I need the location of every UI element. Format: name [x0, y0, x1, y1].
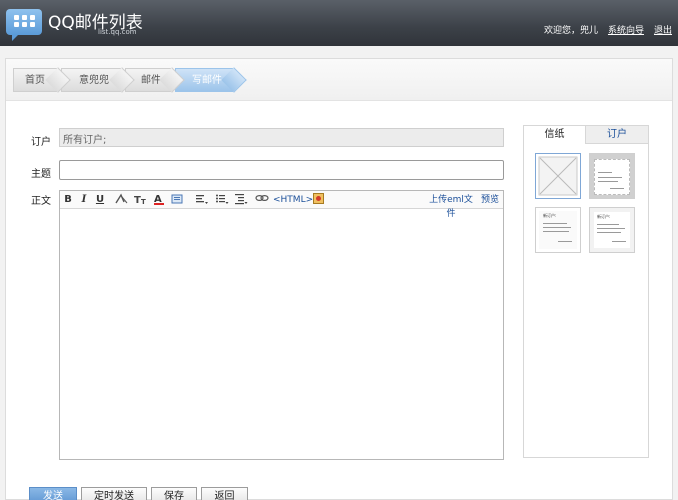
breadcrumb-home[interactable]: 首页 [13, 68, 57, 92]
template-thumb-stamp[interactable] [589, 153, 635, 199]
body-label: 正文 [31, 196, 51, 207]
upload-eml-link[interactable]: 上传eml文件 [426, 193, 476, 219]
thumb-heading: 新订户: [543, 213, 557, 218]
body-editor: B I U TT A <HTML> 上传eml文件 预览 [59, 190, 504, 460]
thumb-heading: 新订户: [597, 214, 611, 219]
editor-toolbar: B I U TT A <HTML> 上传eml文件 预览 [60, 191, 503, 219]
send-button[interactable]: 发送 [29, 487, 77, 500]
font-family-icon[interactable] [114, 193, 128, 207]
background-color-icon[interactable] [171, 193, 184, 207]
italic-button[interactable]: I [79, 193, 89, 207]
indent-icon[interactable] [234, 193, 248, 207]
subject-label: 主题 [31, 169, 51, 180]
breadcrumb: 首页 意兜兜 邮件 写邮件 [6, 59, 672, 101]
font-size-icon[interactable]: TT [134, 193, 150, 207]
welcome-text: 欢迎您，兜儿 [543, 26, 598, 36]
save-button[interactable]: 保存 [151, 487, 197, 500]
scheduled-send-button[interactable]: 定时发送 [81, 487, 147, 500]
template-thumb-blank[interactable] [535, 153, 581, 199]
svg-text:T: T [134, 195, 141, 205]
order-recipients-field[interactable]: 所有订户; [59, 128, 504, 147]
bold-button[interactable]: B [63, 193, 73, 207]
list-icon[interactable] [215, 193, 229, 207]
link-icon[interactable] [255, 193, 269, 207]
insert-image-icon[interactable] [312, 193, 324, 207]
app-subtitle: list.qq.com [98, 28, 137, 36]
template-panel: 信纸 订户 新订户: 新订户: [523, 125, 649, 458]
qq-mail-logo-icon [6, 9, 42, 41]
main-panel: 首页 意兜兜 邮件 写邮件 订户 主题 正文 所有订户; B I U TT A [5, 58, 673, 500]
align-icon[interactable] [195, 193, 209, 207]
tab-letter-paper[interactable]: 信纸 [524, 126, 586, 144]
back-button[interactable]: 返回 [201, 487, 248, 500]
tab-subscribers[interactable]: 订户 [586, 126, 648, 144]
underline-button[interactable]: U [95, 193, 105, 207]
font-color-icon[interactable]: A [153, 193, 166, 207]
subject-input[interactable] [59, 160, 504, 180]
logout-link[interactable]: 退出 [654, 23, 672, 36]
svg-text:T: T [141, 198, 146, 205]
order-label: 订户 [31, 137, 51, 148]
body-text-area[interactable] [60, 210, 503, 459]
system-guide-link[interactable]: 系统向导 [608, 23, 644, 36]
top-links: 欢迎您，兜儿 系统向导 退出 [544, 23, 672, 36]
preview-link[interactable]: 预览 [480, 193, 500, 207]
app-header: QQ邮件列表 list.qq.com 欢迎您，兜儿 系统向导 退出 [0, 0, 678, 46]
template-thumb-plain-1[interactable]: 新订户: [535, 207, 581, 253]
html-mode-button[interactable]: <HTML> [273, 193, 313, 207]
template-thumb-plain-2[interactable]: 新订户: [589, 207, 635, 253]
